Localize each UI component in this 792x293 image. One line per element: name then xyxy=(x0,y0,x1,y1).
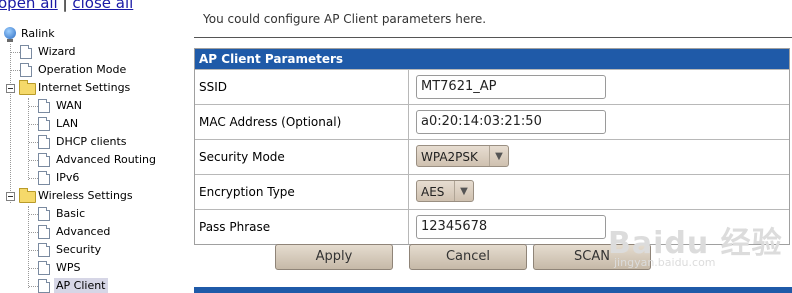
dropdown-arrow-icon: ▼ xyxy=(489,146,508,166)
tree-line xyxy=(11,52,20,53)
left-navigation: open all | close all Ralink Wizard Opera… xyxy=(0,0,180,293)
tree-item-wps[interactable]: WPS xyxy=(0,260,180,276)
tree-line xyxy=(29,106,38,107)
tree-line xyxy=(29,268,38,269)
tree-item-label: WPS xyxy=(56,261,81,274)
page-icon xyxy=(38,207,50,221)
folder-open-icon xyxy=(19,188,36,203)
security-mode-value: WPA2PSK xyxy=(421,150,478,164)
ssid-input[interactable]: MT7621_AP xyxy=(416,75,606,99)
tree-item-operation-mode[interactable]: Operation Mode xyxy=(0,62,180,78)
main-content: You could configure AP Client parameters… xyxy=(194,0,792,293)
tree-line xyxy=(29,214,38,215)
tree-line xyxy=(29,250,38,251)
tree-line xyxy=(29,160,38,161)
tree-item-label: IPv6 xyxy=(56,171,80,184)
security-mode-row: Security Mode WPA2PSK ▼ xyxy=(195,139,789,174)
menu-tree: Ralink Wizard Operation Mode Internet Se… xyxy=(0,0,180,293)
page-icon xyxy=(38,225,50,239)
page-icon xyxy=(20,45,32,59)
encryption-type-label: Encryption Type xyxy=(195,175,409,209)
watermark-url: jingyan.baidu.com xyxy=(614,256,716,269)
encryption-type-cell: AES ▼ xyxy=(410,175,789,209)
tree-item-label: Advanced xyxy=(56,225,111,238)
mac-input[interactable]: a0:20:14:03:21:50 xyxy=(416,110,606,134)
tree-item-label: LAN xyxy=(56,117,79,130)
mac-row: MAC Address (Optional) a0:20:14:03:21:50 xyxy=(195,104,789,139)
page-icon xyxy=(38,243,50,257)
tree-folder-wireless-settings[interactable]: Wireless Settings xyxy=(0,188,180,204)
tree-item-label: Security xyxy=(56,243,102,256)
tree-folder-label: Internet Settings xyxy=(38,81,131,94)
mac-label: MAC Address (Optional) xyxy=(195,105,409,139)
ssid-cell: MT7621_AP xyxy=(410,70,789,104)
tree-line xyxy=(11,70,20,71)
panel-title: AP Client Parameters xyxy=(195,49,789,69)
tree-item-dhcp-clients[interactable]: DHCP clients xyxy=(0,134,180,150)
tree-item-advanced-routing[interactable]: Advanced Routing xyxy=(0,152,180,168)
security-mode-cell: WPA2PSK ▼ xyxy=(410,140,789,174)
tree-folder-label: Wireless Settings xyxy=(38,189,133,202)
tree-item-label: Advanced Routing xyxy=(56,153,157,166)
tree-item-ipv6[interactable]: IPv6 xyxy=(0,170,180,186)
tree-item-label: Operation Mode xyxy=(38,63,127,76)
folder-open-icon xyxy=(19,80,36,95)
tree-root-ralink[interactable]: Ralink xyxy=(0,26,180,42)
security-mode-select[interactable]: WPA2PSK ▼ xyxy=(416,145,509,167)
pass-phrase-input[interactable]: 12345678 xyxy=(416,215,606,239)
divider xyxy=(194,37,792,38)
page-icon xyxy=(20,63,32,77)
encryption-type-row: Encryption Type AES ▼ xyxy=(195,174,789,209)
tree-item-label: Basic xyxy=(56,207,86,220)
page-icon xyxy=(38,135,50,149)
page-icon xyxy=(38,261,50,275)
tree-line xyxy=(29,232,38,233)
collapse-icon[interactable] xyxy=(6,84,15,93)
tree-item-label: Wizard xyxy=(38,45,76,58)
baidu-watermark: Baidu 经验 jingyan.baidu.com xyxy=(598,208,788,272)
tree-item-lan[interactable]: LAN xyxy=(0,116,180,132)
dropdown-arrow-icon: ▼ xyxy=(454,181,473,201)
tree-line xyxy=(29,142,38,143)
tree-item-security[interactable]: Security xyxy=(0,242,180,258)
page-icon xyxy=(38,99,50,113)
encryption-type-value: AES xyxy=(421,185,445,199)
tree-line xyxy=(29,178,38,179)
tree-item-basic[interactable]: Basic xyxy=(0,206,180,222)
apply-button[interactable]: Apply xyxy=(275,244,393,270)
tree-item-advanced[interactable]: Advanced xyxy=(0,224,180,240)
page-description: You could configure AP Client parameters… xyxy=(203,12,487,26)
tree-folder-internet-settings[interactable]: Internet Settings xyxy=(0,80,180,96)
page-icon xyxy=(38,171,50,185)
tree-item-wan[interactable]: WAN xyxy=(0,98,180,114)
encryption-type-select[interactable]: AES ▼ xyxy=(416,180,474,202)
pass-phrase-label: Pass Phrase xyxy=(195,210,409,244)
cancel-button[interactable]: Cancel xyxy=(409,244,527,270)
tree-line xyxy=(29,124,38,125)
collapse-icon[interactable] xyxy=(6,192,15,201)
tree-item-ap-client[interactable]: AP Client xyxy=(0,278,180,293)
ssid-row: SSID MT7621_AP xyxy=(195,69,789,104)
tree-item-label: WAN xyxy=(56,99,83,112)
tree-line xyxy=(29,286,38,287)
page-icon xyxy=(38,279,50,293)
tree-item-wizard[interactable]: Wizard xyxy=(0,44,180,60)
ssid-label: SSID xyxy=(195,70,409,104)
mac-cell: a0:20:14:03:21:50 xyxy=(410,105,789,139)
page-icon xyxy=(38,117,50,131)
site-survey-header xyxy=(194,287,792,293)
security-mode-label: Security Mode xyxy=(195,140,409,174)
router-icon xyxy=(4,27,16,42)
tree-item-label: DHCP clients xyxy=(56,135,127,148)
tree-item-label: AP Client xyxy=(54,278,108,293)
page-icon xyxy=(38,153,50,167)
tree-root-label: Ralink xyxy=(21,27,55,40)
